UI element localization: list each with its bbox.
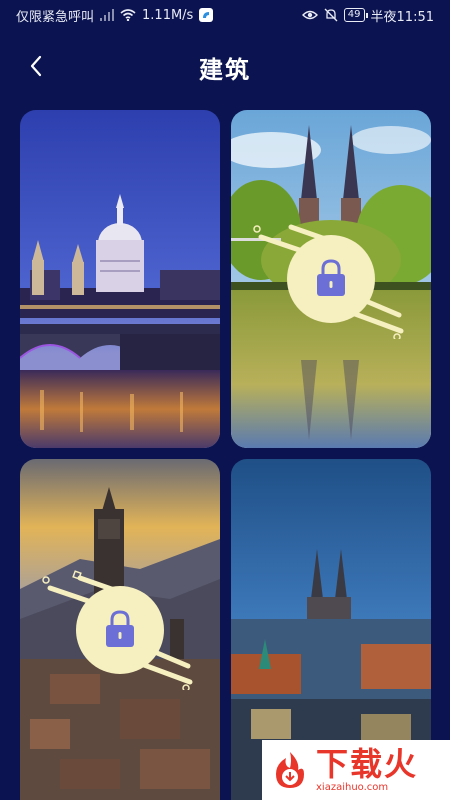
net-speed-text: 1.11M/s: [142, 7, 194, 23]
carrier-text: 仅限紧急呼叫: [16, 9, 95, 25]
watermark-url-text: xiazaihuo.com: [316, 781, 389, 793]
watermark-main-text: 下载火: [316, 744, 419, 783]
wallpaper-card-3[interactable]: [20, 459, 220, 800]
flame-logo-icon: [276, 752, 304, 788]
status-bar: 仅限紧急呼叫 1.11M/s 49 半夜11:51: [0, 0, 450, 30]
wallpaper-card-1[interactable]: [20, 110, 220, 448]
wifi-icon: [120, 9, 136, 21]
page-title: 建筑: [199, 56, 251, 84]
bell-muted-icon: [324, 8, 338, 22]
lock-overlay: [42, 569, 193, 690]
wallpaper-card-2[interactable]: [231, 110, 431, 448]
watermark-logo: 下载火 xiazaihuo.com: [262, 740, 450, 800]
lock-overlay: [253, 224, 404, 339]
battery-icon: 49: [343, 8, 368, 22]
eye-icon: [301, 9, 318, 21]
app-notification-icon: [199, 8, 214, 22]
status-left: 仅限紧急呼叫 1.11M/s: [16, 6, 214, 25]
clock-text: 半夜11:51: [370, 9, 434, 25]
watermark-text: 下载火 xiazaihuo.com: [316, 748, 418, 793]
london-cathedral-bridge-image: [20, 110, 220, 448]
header: 建筑: [0, 40, 450, 92]
status-right: 49 半夜11:51: [301, 6, 434, 25]
cell-signal-icon: [100, 9, 115, 21]
